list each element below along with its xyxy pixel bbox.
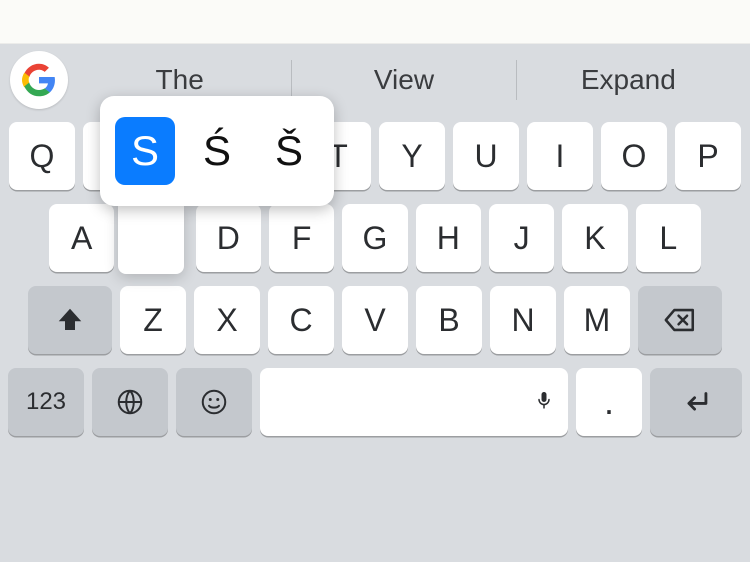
key-row-4: 123 (8, 368, 742, 436)
voice-input-button[interactable] (534, 384, 554, 421)
numbers-key[interactable]: 123 (8, 368, 84, 436)
smiley-icon (199, 387, 229, 417)
gboard-keyboard: The View Expand S Ś Š Q W E R T Y U I O … (0, 44, 750, 562)
shift-icon (55, 305, 85, 335)
key-m[interactable]: M (564, 286, 630, 354)
app-content-area (0, 0, 750, 44)
key-g[interactable]: G (342, 204, 407, 272)
longpress-popup: S Ś Š (100, 96, 334, 206)
return-icon (679, 385, 713, 419)
backspace-key[interactable] (638, 286, 722, 354)
google-search-button[interactable] (10, 51, 68, 109)
key-d[interactable]: D (196, 204, 261, 272)
key-b[interactable]: B (416, 286, 482, 354)
key-v[interactable]: V (342, 286, 408, 354)
key-q[interactable]: Q (9, 122, 75, 190)
suggestion-3[interactable]: Expand (517, 64, 740, 96)
emoji-key[interactable] (176, 368, 252, 436)
longpress-option-s-acute[interactable]: Ś (187, 117, 247, 185)
suggestion-list: The View Expand (68, 60, 740, 100)
key-j[interactable]: J (489, 204, 554, 272)
period-key[interactable]: . (576, 368, 642, 436)
key-y[interactable]: Y (379, 122, 445, 190)
longpress-option-s[interactable]: S (115, 117, 175, 185)
key-a[interactable]: A (49, 204, 114, 272)
key-i[interactable]: I (527, 122, 593, 190)
key-f[interactable]: F (269, 204, 334, 272)
shift-key[interactable] (28, 286, 112, 354)
backspace-icon (663, 303, 697, 337)
key-c[interactable]: C (268, 286, 334, 354)
suggestion-2[interactable]: View (292, 64, 515, 96)
globe-icon (115, 387, 145, 417)
enter-key[interactable] (650, 368, 742, 436)
google-g-icon (22, 63, 56, 97)
suggestion-1[interactable]: The (68, 64, 291, 96)
longpress-stem (118, 204, 184, 274)
key-u[interactable]: U (453, 122, 519, 190)
key-k[interactable]: K (562, 204, 627, 272)
key-z[interactable]: Z (120, 286, 186, 354)
microphone-icon (534, 387, 554, 413)
key-o[interactable]: O (601, 122, 667, 190)
key-h[interactable]: H (416, 204, 481, 272)
spacebar[interactable] (260, 368, 568, 436)
longpress-option-s-caron[interactable]: Š (259, 117, 319, 185)
key-p[interactable]: P (675, 122, 741, 190)
key-row-3: Z X C V B N M (8, 286, 742, 354)
language-key[interactable] (92, 368, 168, 436)
key-x[interactable]: X (194, 286, 260, 354)
key-l[interactable]: L (636, 204, 701, 272)
key-rows: S Ś Š Q W E R T Y U I O P A S D F G H J … (0, 116, 750, 562)
key-n[interactable]: N (490, 286, 556, 354)
